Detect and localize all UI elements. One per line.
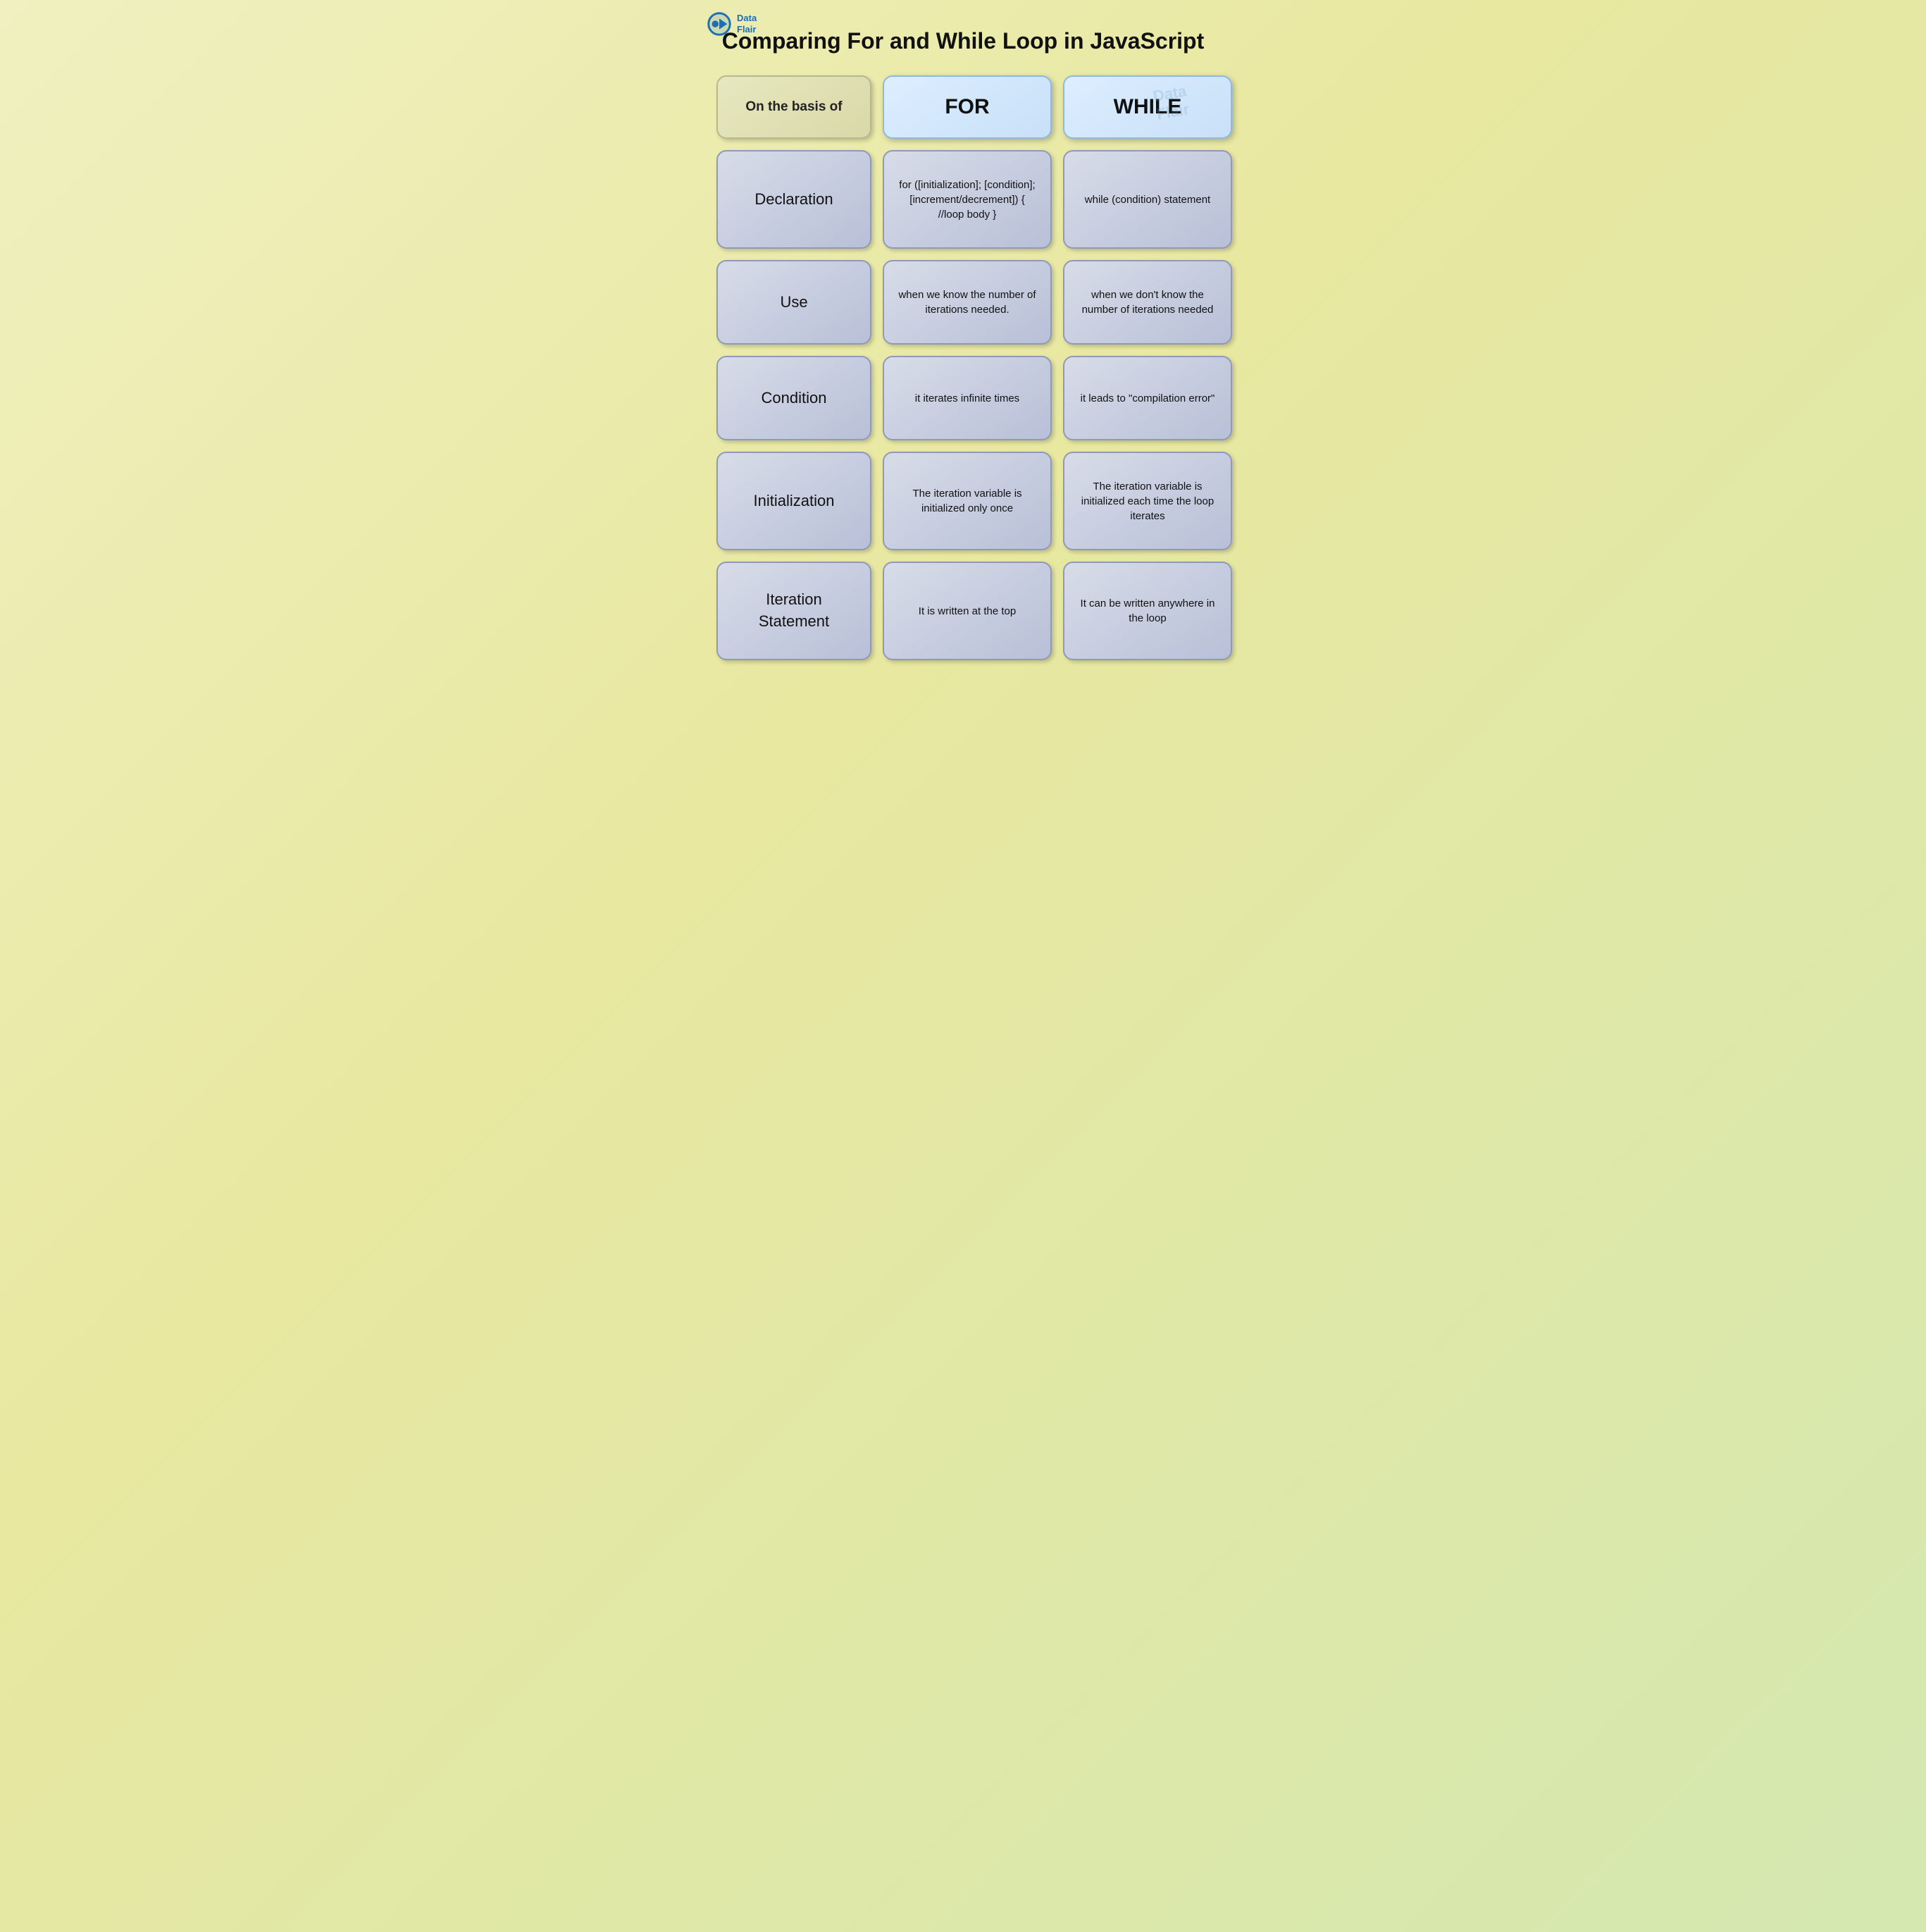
logo-text: Data Flair bbox=[737, 13, 757, 35]
header-while-cell: WHILE bbox=[1063, 75, 1232, 139]
main-container: Data Flair Data Flair Comparing For and … bbox=[695, 0, 1231, 681]
page-title: Comparing For and While Loop in JavaScri… bbox=[716, 21, 1210, 54]
row-declaration-label: Declaration bbox=[716, 150, 871, 249]
row-iteration-label: Iteration Statement bbox=[716, 562, 871, 660]
row-iteration-for: It is written at the top bbox=[883, 562, 1052, 660]
row-iteration-while: It can be written anywhere in the loop bbox=[1063, 562, 1232, 660]
row-initialization-while: The iteration variable is initialized ea… bbox=[1063, 452, 1232, 550]
header-basis-cell: On the basis of bbox=[716, 75, 871, 139]
row-use-for: when we know the number of iterations ne… bbox=[883, 260, 1052, 345]
row-initialization-label: Initialization bbox=[716, 452, 871, 550]
row-condition-label: Condition bbox=[716, 356, 871, 440]
row-declaration-while: while (condition) statement bbox=[1063, 150, 1232, 249]
row-condition-for: it iterates infinite times bbox=[883, 356, 1052, 440]
row-use-label: Use bbox=[716, 260, 871, 345]
comparison-grid: On the basis of FOR WHILE Declaration fo… bbox=[716, 75, 1210, 660]
row-initialization-for: The iteration variable is initialized on… bbox=[883, 452, 1052, 550]
logo: Data Flair bbox=[706, 11, 757, 37]
row-use-while: when we don't know the number of iterati… bbox=[1063, 260, 1232, 345]
row-condition-while: it leads to "compilation error" bbox=[1063, 356, 1232, 440]
logo-icon bbox=[706, 11, 733, 37]
row-declaration-for: for ([initialization]; [condition]; [inc… bbox=[883, 150, 1052, 249]
header-for-cell: FOR bbox=[883, 75, 1052, 139]
